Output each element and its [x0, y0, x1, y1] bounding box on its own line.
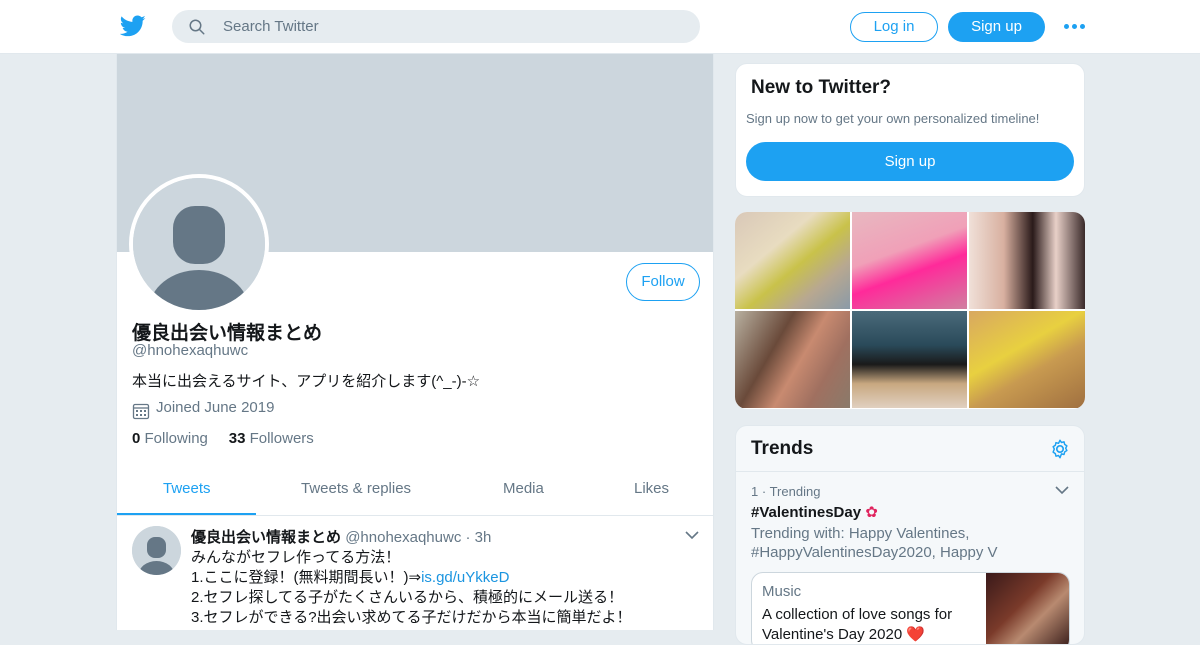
active-tab-indicator: [117, 513, 256, 515]
top-navigation-bar: Search Twitter Log in Sign up: [0, 0, 1200, 54]
media-thumbnail[interactable]: [852, 212, 967, 309]
trend-related: Trending with: Happy Valentines, #HappyV…: [751, 525, 998, 561]
flower-icon: ✿: [865, 504, 878, 521]
default-avatar-icon: [132, 526, 181, 575]
calendar-icon: [132, 403, 150, 420]
signup-button[interactable]: Sign up: [948, 12, 1045, 42]
media-thumbnail[interactable]: [969, 212, 1085, 309]
tweet-author-name[interactable]: 優良出会い情報まとめ: [191, 529, 341, 546]
default-avatar-icon: [133, 178, 265, 310]
signup-large-button[interactable]: Sign up: [746, 142, 1074, 181]
moment-category: Music: [762, 583, 802, 600]
search-icon: [189, 19, 205, 35]
tweet[interactable]: 優良出会い情報まとめ @hnohexaqhuwc · 3h みんながセフレ作って…: [117, 516, 713, 630]
tweet-author-handle[interactable]: @hnohexaqhuwc: [345, 529, 461, 546]
trend-moment-card[interactable]: Music A collection of love songs for Val…: [751, 572, 1070, 644]
tab-media[interactable]: Media: [503, 480, 544, 497]
new-to-twitter-card: New to Twitter? Sign up now to get your …: [735, 63, 1085, 197]
tab-tweets-replies[interactable]: Tweets & replies: [301, 480, 411, 497]
chevron-down-icon[interactable]: [1055, 485, 1069, 495]
moment-title: A collection of love songs for Valentine…: [762, 606, 953, 643]
tweet-avatar[interactable]: [132, 526, 181, 575]
divider: [736, 471, 1084, 472]
tweet-text: みんながセフレ作ってる方法！ 1.ここに登録！(無料期間長い！)⇒is.gd/u…: [191, 549, 632, 626]
profile-avatar[interactable]: [129, 174, 269, 314]
gear-icon[interactable]: [1049, 438, 1071, 460]
following-link[interactable]: 0 Following: [132, 430, 208, 447]
search-placeholder: Search Twitter: [223, 18, 319, 35]
chevron-down-icon[interactable]: [685, 530, 699, 540]
media-thumbnail[interactable]: [735, 212, 850, 309]
trends-card: Trends 1 · Trending #ValentinesDay ✿ Tre…: [735, 425, 1085, 645]
media-thumbnail[interactable]: [735, 311, 850, 408]
new-to-twitter-subtitle: Sign up now to get your own personalized…: [746, 111, 1040, 126]
profile-timeline: Follow 優良出会い情報まとめ @hnohexaqhuwc 本当に出会えるサ…: [116, 54, 714, 630]
followers-link[interactable]: 33 Followers: [229, 430, 314, 447]
photo-grid: [735, 212, 1085, 409]
follow-button[interactable]: Follow: [626, 263, 700, 301]
tweet-link[interactable]: is.gd/uYkkeD: [421, 569, 509, 586]
trend-meta: 1 · Trending: [751, 484, 821, 499]
profile-handle[interactable]: @hnohexaqhuwc: [132, 342, 248, 359]
tweet-time[interactable]: 3h: [475, 529, 492, 546]
joined-text: Joined June 2019: [156, 399, 275, 416]
tab-likes[interactable]: Likes: [634, 480, 669, 497]
search-input[interactable]: Search Twitter: [172, 10, 700, 43]
tab-tweets[interactable]: Tweets: [163, 480, 211, 497]
media-thumbnail[interactable]: [969, 311, 1085, 408]
tweet-dot: ·: [465, 529, 471, 546]
profile-name: 優良出会い情報まとめ: [132, 323, 323, 344]
twitter-bird-icon[interactable]: [120, 13, 146, 39]
trend-name[interactable]: #ValentinesDay ✿: [751, 503, 878, 521]
profile-bio: 本当に出会えるサイト、アプリを紹介します(^_-)-☆: [132, 373, 481, 390]
moment-image: [986, 573, 1069, 644]
new-to-twitter-title: New to Twitter?: [751, 77, 892, 98]
profile-tabs: Tweets Tweets & replies Media Likes: [117, 466, 713, 516]
more-options-icon[interactable]: [1064, 18, 1086, 34]
media-thumbnail[interactable]: [852, 311, 967, 408]
tweet-header: 優良出会い情報まとめ @hnohexaqhuwc · 3h: [191, 526, 491, 547]
trends-title: Trends: [751, 438, 814, 459]
login-button[interactable]: Log in: [850, 12, 938, 42]
profile-stats: 0 Following 33 Followers: [132, 430, 314, 447]
